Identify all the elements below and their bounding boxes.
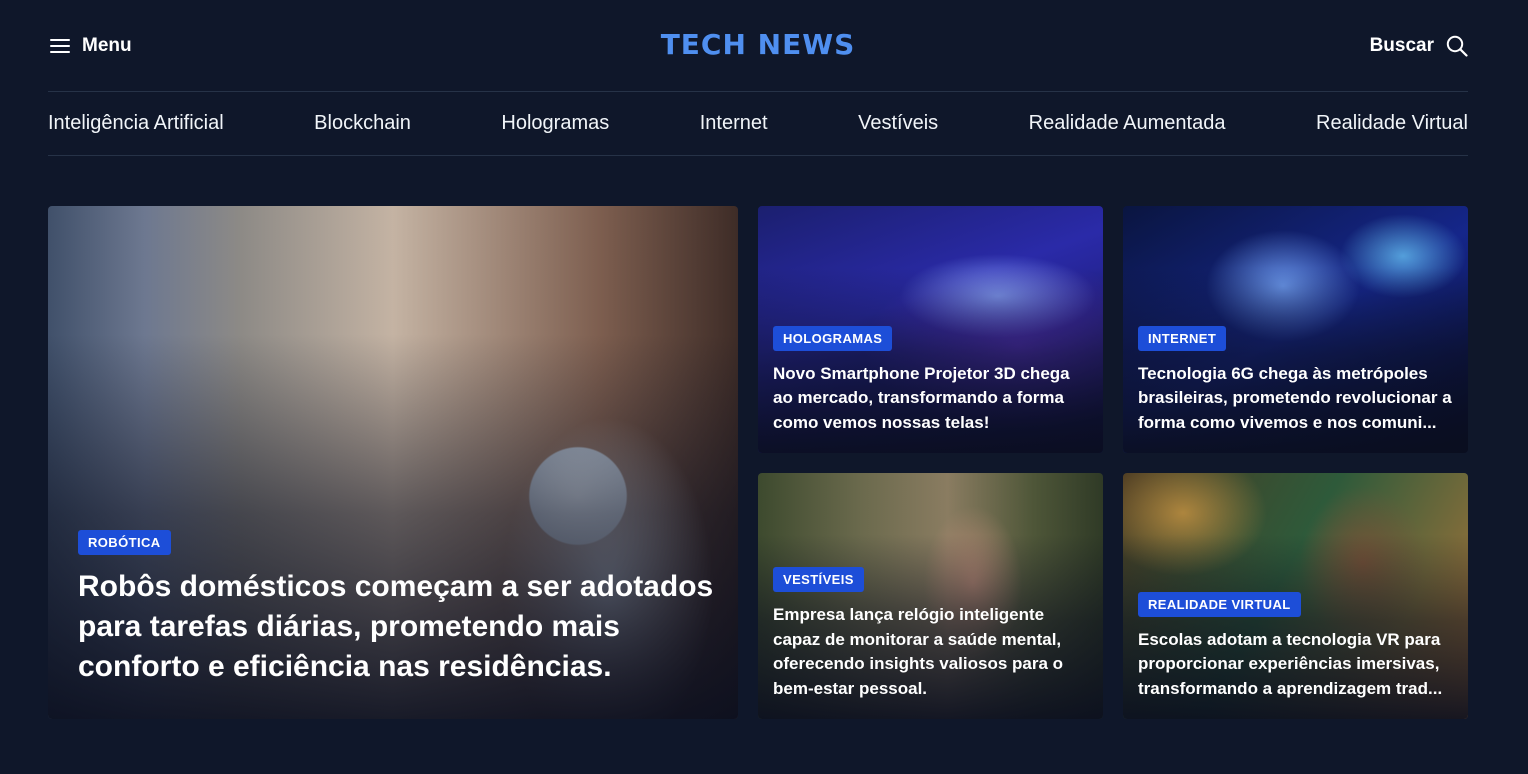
category-badge[interactable]: REALIDADE VIRTUAL	[1138, 591, 1301, 617]
nav-item-realidade-aumentada[interactable]: Realidade Aumentada	[1029, 112, 1226, 135]
category-badge[interactable]: HOLOGRAMAS	[773, 325, 893, 351]
category-badge[interactable]: VESTÍVEIS	[773, 567, 864, 592]
article-title[interactable]: Escolas adotam a tecnologia VR para prop…	[1138, 628, 1456, 702]
category-badge[interactable]: INTERNET	[1138, 325, 1227, 351]
article-card-internet[interactable]: INTERNET Tecnologia 6G chega às metrópol…	[1123, 206, 1468, 453]
nav-item-internet[interactable]: Internet	[700, 112, 768, 135]
article-card-hologramas[interactable]: HOLOGRAMAS Novo Smartphone Projetor 3D c…	[758, 206, 1103, 453]
site-logo[interactable]: TECH NEWS	[48, 28, 1468, 61]
article-title[interactable]: Robôs domésticos começam a ser adotados …	[78, 567, 714, 687]
article-card-realidade-virtual[interactable]: REALIDADE VIRTUAL Escolas adotam a tecno…	[1123, 473, 1468, 719]
article-title[interactable]: Tecnologia 6G chega às metrópoles brasil…	[1138, 362, 1456, 436]
nav-item-blockchain[interactable]: Blockchain	[314, 112, 411, 135]
search-icon	[1446, 35, 1468, 57]
category-nav: Inteligência Artificial Blockchain Holog…	[48, 92, 1468, 156]
nav-item-hologramas[interactable]: Hologramas	[501, 112, 609, 135]
nav-item-realidade-virtual[interactable]: Realidade Virtual	[1316, 112, 1468, 135]
site-header: Menu TECH NEWS Buscar	[48, 0, 1468, 92]
search-label: Buscar	[1369, 35, 1434, 56]
featured-article-card[interactable]: ROBÓTICA Robôs domésticos começam a ser …	[48, 206, 738, 719]
nav-item-inteligencia-artificial[interactable]: Inteligência Artificial	[48, 112, 224, 135]
search-button[interactable]: Buscar	[1370, 33, 1468, 59]
nav-item-vestiveis[interactable]: Vestíveis	[858, 112, 938, 135]
article-title[interactable]: Empresa lança relógio inteligente capaz …	[773, 603, 1091, 701]
category-badge[interactable]: ROBÓTICA	[78, 530, 171, 555]
article-card-vestiveis[interactable]: VESTÍVEIS Empresa lança relógio intelige…	[758, 473, 1103, 719]
article-title[interactable]: Novo Smartphone Projetor 3D chega ao mer…	[773, 362, 1091, 436]
